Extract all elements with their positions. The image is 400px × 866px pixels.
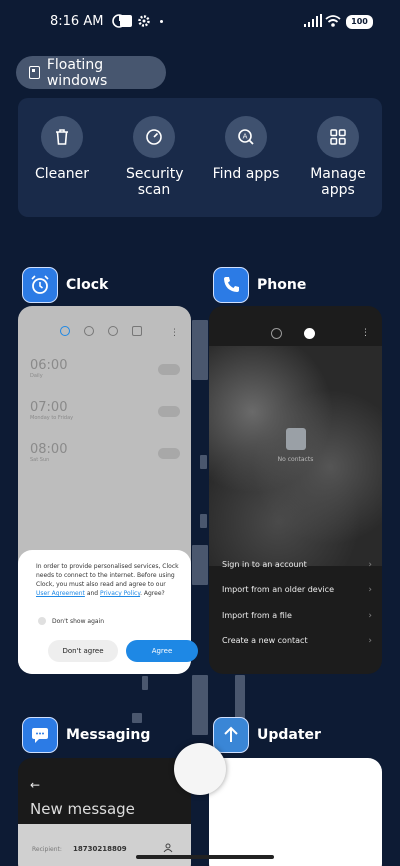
alarm-repeat: Sat Sun <box>30 457 50 463</box>
chevron-right-icon: › <box>368 585 372 595</box>
search-app-icon: A <box>238 129 254 145</box>
dont-show-again-label: Don't show again <box>52 617 105 625</box>
dont-show-again-checkbox[interactable]: Don't show again <box>38 617 104 625</box>
recipient-number: 18730218809 <box>73 845 127 853</box>
chevron-right-icon: › <box>368 636 372 646</box>
phone-app-card[interactable]: ⋮ No contacts Sign in to an account › Imp… <box>209 306 382 674</box>
phone-menu-item[interactable]: Import from an older device › <box>222 585 372 595</box>
phone-menu-label: Sign in to an account <box>222 560 307 569</box>
chevron-right-icon: › <box>368 611 372 621</box>
alarm-tab-icon[interactable] <box>60 326 70 336</box>
messaging-app-card[interactable]: ← New message Recipient: 18730218809 <box>18 758 191 866</box>
shield-gauge-icon <box>146 129 162 145</box>
phone-app-icon <box>213 267 249 303</box>
checkbox-icon <box>38 617 46 625</box>
alarm-toggle[interactable] <box>158 406 180 417</box>
consent-text-and: and <box>84 590 101 597</box>
clock-tabs <box>60 326 142 336</box>
messaging-app-icon <box>22 717 58 753</box>
clock-more-icon[interactable]: ⋮ <box>170 328 179 338</box>
world-clock-tab-icon[interactable] <box>84 326 94 336</box>
phone-menu-label: Create a new contact <box>222 636 308 645</box>
phone-menu-item[interactable]: Import from a file › <box>222 611 372 621</box>
alarm-toggle[interactable] <box>158 448 180 459</box>
contacts-tab-icon[interactable] <box>304 328 315 339</box>
phone-menu-item[interactable]: Sign in to an account › <box>222 560 372 570</box>
battery-indicator: 100 <box>346 15 373 29</box>
find-apps-label: Find apps <box>212 166 280 182</box>
floating-window-icon <box>29 66 40 79</box>
stopwatch-tab-icon[interactable] <box>108 326 118 336</box>
alarm-item[interactable]: 08:00 Sat Sun <box>30 442 180 472</box>
phone-tabs <box>271 328 315 339</box>
privacy-policy-link[interactable]: Privacy Policy <box>100 590 140 597</box>
cleaner-label: Cleaner <box>34 166 90 182</box>
settings-gear-icon <box>138 15 150 27</box>
phone-more-icon[interactable]: ⋮ <box>361 328 370 338</box>
updater-app-icon <box>213 717 249 753</box>
contact-picker-icon[interactable] <box>163 843 173 853</box>
no-contacts-text: No contacts <box>277 456 314 463</box>
alarm-repeat: Monday to Friday <box>30 415 74 421</box>
clock-app-name: Clock <box>66 277 109 293</box>
notification-dot <box>160 20 163 23</box>
trash-icon <box>56 129 68 145</box>
floating-windows-button[interactable]: Floating windows <box>16 56 166 89</box>
grid-icon <box>330 129 346 145</box>
status-time: 8:16 AM <box>50 14 104 29</box>
recipient-field[interactable]: Recipient: 18730218809 <box>18 824 191 866</box>
contacts-placeholder-icon <box>286 428 306 450</box>
manage-apps-label: Manage apps <box>310 166 366 198</box>
updater-app-header[interactable]: Updater <box>213 717 321 753</box>
phone-menu-label: Import from a file <box>222 611 292 620</box>
clear-all-button[interactable] <box>174 743 226 795</box>
messaging-app-header[interactable]: Messaging <box>22 717 150 753</box>
svg-text:A: A <box>243 133 248 141</box>
phone-app-name: Phone <box>257 277 307 293</box>
dont-agree-button[interactable]: Don't agree <box>48 640 118 662</box>
consent-text-end: . Agree? <box>140 590 165 597</box>
wifi-icon <box>325 15 341 27</box>
cleaner-button[interactable]: Cleaner <box>22 116 102 182</box>
user-agreement-link[interactable]: User Agreement <box>36 590 85 597</box>
new-message-title: New message <box>30 800 135 818</box>
consent-message: In order to provide personalised service… <box>36 562 181 598</box>
timer-tab-icon[interactable] <box>132 326 142 336</box>
clock-app-icon <box>22 267 58 303</box>
consent-text: In order to provide personalised service… <box>36 563 179 588</box>
alarm-repeat: Daily <box>30 373 43 379</box>
phone-app-header[interactable]: Phone <box>213 267 306 303</box>
recipient-label: Recipient: <box>32 846 62 853</box>
alarm-clock-icon <box>31 275 49 294</box>
phone-menu-item[interactable]: Create a new contact › <box>222 636 372 646</box>
quick-actions-panel: Cleaner Security scan A Find apps Manage… <box>18 98 382 217</box>
screenshot-icon <box>120 15 132 27</box>
chevron-right-icon: › <box>368 560 372 570</box>
updater-app-name: Updater <box>257 727 321 743</box>
clock-app-header[interactable]: Clock <box>22 267 108 303</box>
recents-tab-icon[interactable] <box>271 328 282 339</box>
chat-bubble-icon <box>32 728 48 743</box>
phone-handset-icon <box>224 277 239 292</box>
find-apps-button[interactable]: A Find apps <box>206 116 286 182</box>
alarm-item[interactable]: 06:00 Daily <box>30 358 180 388</box>
gesture-navigation-bar[interactable] <box>136 855 274 859</box>
status-bar: 8:16 AM 100 <box>0 0 400 44</box>
security-scan-button[interactable]: Security scan <box>114 116 194 198</box>
consent-dialog: In order to provide personalised service… <box>18 550 198 674</box>
updater-app-card[interactable] <box>209 758 382 866</box>
agree-button[interactable]: Agree <box>126 640 198 662</box>
back-arrow-icon[interactable]: ← <box>30 778 40 792</box>
manage-apps-button[interactable]: Manage apps <box>298 116 378 198</box>
messaging-app-name: Messaging <box>66 727 151 743</box>
phone-menu-label: Import from an older device <box>222 585 334 594</box>
floating-windows-label: Floating windows <box>46 56 108 89</box>
signal-icon <box>304 14 322 27</box>
alarm-item[interactable]: 07:00 Monday to Friday <box>30 400 180 430</box>
arrow-up-icon <box>224 726 238 742</box>
security-scan-label: Security scan <box>126 166 184 198</box>
alarm-toggle[interactable] <box>158 364 180 375</box>
